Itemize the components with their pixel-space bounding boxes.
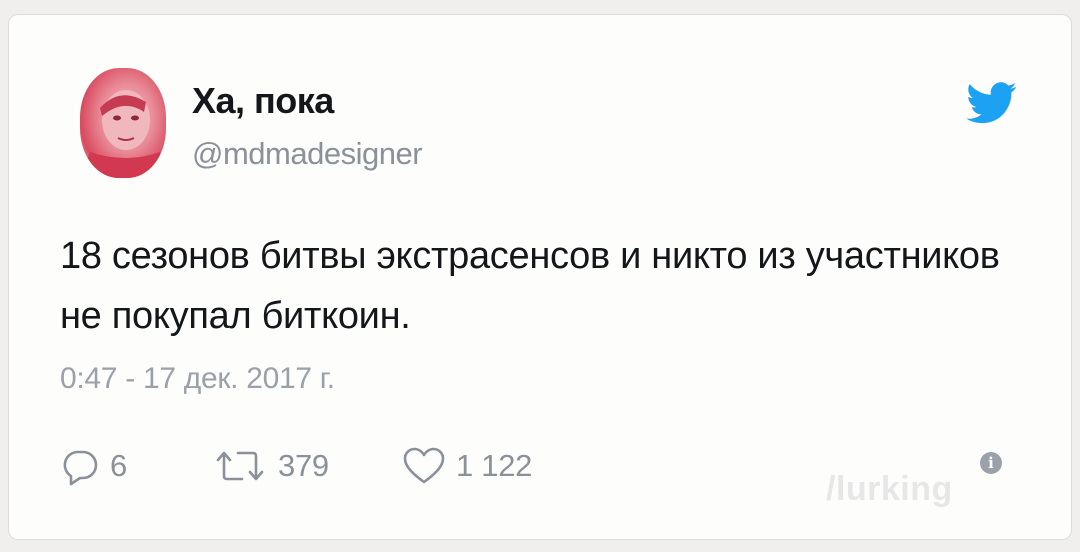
tweet-timestamp[interactable]: 0:47 - 17 дек. 2017 г. [60, 362, 335, 396]
avatar[interactable] [80, 68, 166, 178]
watermark: /lurking [826, 470, 953, 508]
reply-bubble-icon [63, 450, 98, 486]
heart-icon [403, 447, 445, 484]
retweet-count: 379 [278, 448, 329, 483]
retweet-button[interactable]: 379 [212, 446, 402, 486]
info-icon[interactable]: i [980, 452, 1002, 474]
avatar-photo [80, 90, 166, 178]
tweet-text: 18 сезонов битвы экстрасенсов и никто из… [60, 235, 1000, 337]
like-button[interactable]: 1 122 [402, 446, 532, 486]
retweet-arrows-icon [216, 451, 264, 481]
twitter-bird-icon[interactable] [966, 82, 1018, 124]
reply-count: 6 [110, 448, 127, 483]
display-name[interactable]: Ха, пока [192, 80, 334, 122]
like-count: 1 122 [456, 448, 533, 483]
reply-button[interactable]: 6 [60, 446, 212, 486]
user-handle[interactable]: @mdmadesigner [192, 136, 423, 172]
tweet-actions: 6 379 1 122 [60, 446, 532, 486]
